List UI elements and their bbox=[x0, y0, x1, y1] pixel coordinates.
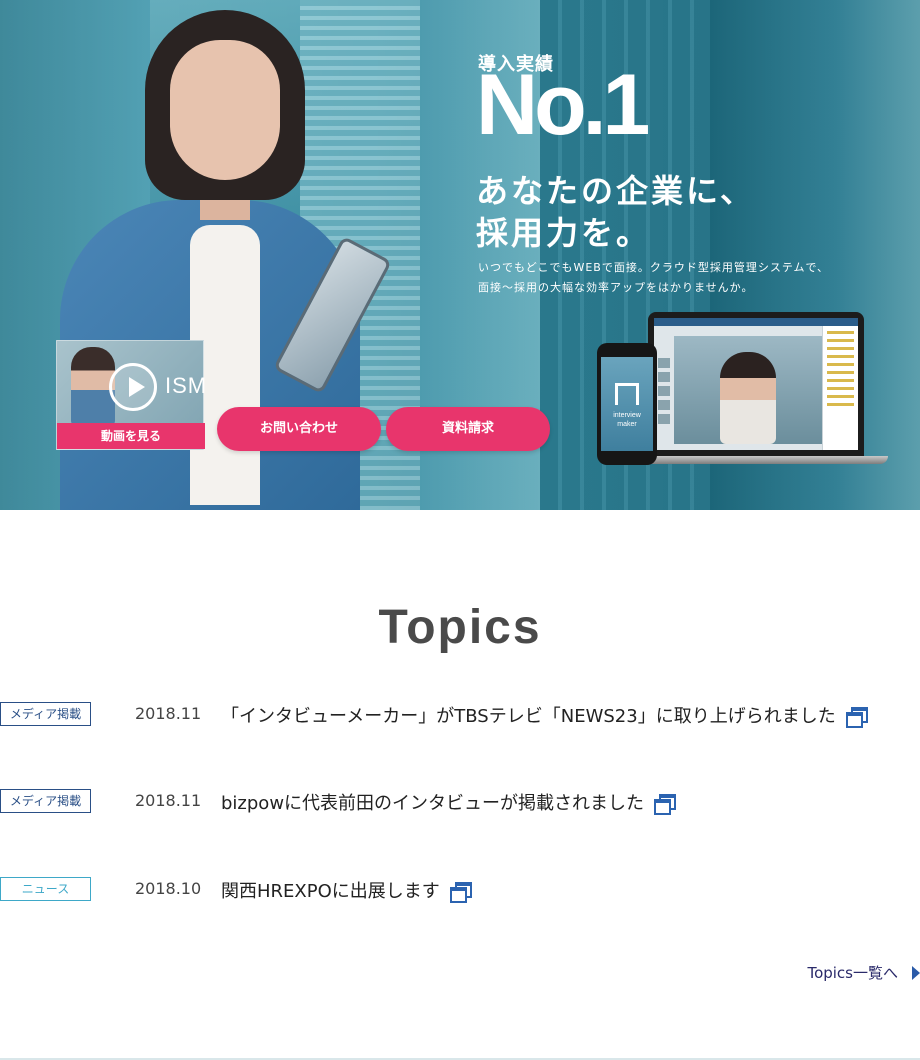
laptop-base bbox=[632, 456, 888, 464]
topic-title-link[interactable]: 関西HREXPOに出展します bbox=[221, 877, 472, 903]
external-link-icon bbox=[449, 882, 472, 903]
chevron-right-icon[interactable] bbox=[912, 966, 920, 980]
smartphone-mockup: interview maker bbox=[597, 343, 657, 465]
topic-title-link[interactable]: 「インタビューメーカー」がTBSテレビ「NEWS23」に取り上げられました bbox=[221, 702, 868, 728]
hero-headline: あなたの企業に、 採用力を。 bbox=[476, 170, 755, 254]
laptop-mockup bbox=[648, 312, 864, 458]
lead-line-2: 面接～採用の大幅な効率アップをはかりませんか。 bbox=[478, 281, 754, 294]
topics-list-link[interactable]: Topics一覧へ bbox=[807, 962, 898, 983]
video-thumbnail[interactable]: ISM 動画を見る bbox=[56, 340, 208, 450]
topic-item[interactable]: メディア掲載 2018.11 bizpowに代表前田のインタビューが掲載されまし… bbox=[0, 788, 920, 815]
external-link-icon bbox=[845, 707, 868, 728]
topic-tag: ニュース bbox=[0, 877, 91, 901]
video-logo: ISM bbox=[165, 373, 208, 398]
topic-item[interactable]: ニュース 2018.10 関西HREXPOに出展します bbox=[0, 876, 920, 903]
watch-video-button[interactable]: 動画を見る bbox=[57, 423, 205, 449]
topic-date: 2018.10 bbox=[135, 879, 202, 898]
topic-tag: メディア掲載 bbox=[0, 702, 91, 726]
topic-date: 2018.11 bbox=[135, 704, 202, 723]
hero-banner: 導入実績 No.1 あなたの企業に、 採用力を。 いつでもどこでもWEBで面接。… bbox=[0, 0, 920, 510]
interview-video-screen bbox=[674, 336, 822, 444]
play-icon[interactable] bbox=[109, 363, 157, 411]
app-logo-icon bbox=[615, 383, 639, 405]
evaluation-panel bbox=[822, 326, 858, 450]
app-name: interview maker bbox=[613, 412, 641, 428]
topic-title-link[interactable]: bizpowに代表前田のインタビューが掲載されました bbox=[221, 789, 677, 815]
topic-date: 2018.11 bbox=[135, 791, 202, 810]
topics-heading: Topics bbox=[378, 601, 542, 654]
contact-button[interactable]: お問い合わせ bbox=[217, 407, 381, 451]
topic-item[interactable]: メディア掲載 2018.11 「インタビューメーカー」がTBSテレビ「NEWS2… bbox=[0, 701, 920, 728]
lead-line-1: いつでもどこでもWEBで面接。クラウド型採用管理システムで、 bbox=[478, 261, 830, 274]
external-link-icon bbox=[654, 794, 677, 815]
headline-line-1: あなたの企業に、 bbox=[476, 172, 756, 210]
hero-lead-text: いつでもどこでもWEBで面接。クラウド型採用管理システムで、 面接～採用の大幅な… bbox=[478, 258, 829, 298]
topic-tag: メディア掲載 bbox=[0, 789, 91, 813]
adoption-badge-value: No.1 bbox=[476, 57, 650, 153]
headline-line-2: 採用力を。 bbox=[476, 214, 652, 252]
request-documents-button[interactable]: 資料請求 bbox=[386, 407, 550, 451]
